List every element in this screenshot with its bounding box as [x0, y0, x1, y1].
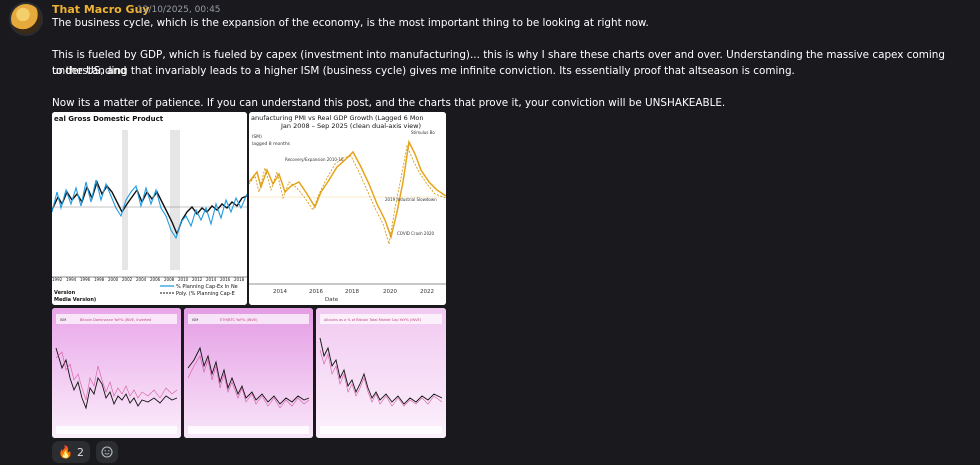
- avatar[interactable]: [11, 4, 41, 34]
- x-tick-label: 2014: [206, 277, 217, 282]
- message-paragraph: Now its a matter of patience. If you can…: [52, 97, 726, 109]
- chart-subtitle: Jan 2008 – Sep 2025 (clean dual-axis vie…: [280, 122, 421, 130]
- legend-label: % Planning Cap-Ex In Ne: [176, 284, 238, 290]
- chart-annotation: Recovery/Expansion 2010-16: [285, 157, 344, 162]
- x-tick-label: 1994: [66, 277, 77, 282]
- x-tick-label: 2016: [309, 289, 323, 295]
- attachment-image-eth-btc[interactable]: ISM ETH/BTC YoY% (INVE): [184, 308, 313, 438]
- chat-message: That Macro Guy 12/10/2025, 00:45 The bus…: [0, 0, 980, 465]
- attachment-image-altcoins[interactable]: Altcoins as a % of Bitcoin Total Market …: [316, 308, 446, 438]
- reaction-fire[interactable]: 🔥 2: [52, 441, 90, 463]
- x-tick-label: 2002: [122, 277, 133, 282]
- x-tick-label: 2020: [383, 289, 397, 295]
- chart-annotation: Stimulus Bo: [411, 130, 435, 135]
- add-reaction-button[interactable]: [95, 441, 118, 463]
- fire-emoji-icon: 🔥: [58, 445, 73, 459]
- chart-annotation: COVID Crash 2020: [397, 231, 435, 236]
- chart-title: anufacturing PMI vs Real GDP Growth (Lag…: [251, 114, 424, 122]
- x-tick-label: 1992: [52, 277, 63, 282]
- message-timestamp: 12/10/2025, 00:45: [137, 5, 221, 15]
- message-paragraph: understanding that invariably leads to a…: [52, 65, 795, 77]
- x-tick-label: 2018: [234, 277, 245, 282]
- legend-label: Bitcoin Dominance YoY% (INVE, Inverted: [80, 318, 151, 322]
- x-tick-label: 2008: [164, 277, 175, 282]
- x-tick-label: 2004: [136, 277, 147, 282]
- smiley-add-icon: [101, 446, 113, 458]
- x-tick-label: 1996: [80, 277, 91, 282]
- x-tick-label: 2016: [220, 277, 231, 282]
- message-paragraph: The business cycle, which is the expansi…: [52, 17, 649, 29]
- axis-label: lagged 8 months: [252, 141, 291, 147]
- legend-label: ETH/BTC YoY% (INVE): [220, 318, 258, 322]
- x-tick-label: 2000: [108, 277, 119, 282]
- attachment-image-gdp-capex[interactable]: eal Gross Domestic Product 1992 1994 199…: [52, 112, 247, 305]
- x-tick-label: 1998: [94, 277, 105, 282]
- chart-annotation: 2019 Industrial Slowdown: [385, 197, 437, 202]
- x-tick-label: 2022: [420, 289, 434, 295]
- axis-label: ISM): [252, 134, 262, 140]
- x-axis-label: Date: [325, 297, 339, 303]
- attachment-image-pmi-gdp[interactable]: anufacturing PMI vs Real GDP Growth (Lag…: [249, 112, 446, 305]
- x-tick-label: 2012: [192, 277, 203, 282]
- reaction-count: 2: [76, 445, 84, 459]
- legend-label: ISM: [60, 318, 66, 322]
- attachment-image-btc-dominance[interactable]: ISM Bitcoin Dominance YoY% (INVE, Invert…: [52, 308, 181, 438]
- legend-label: Altcoins as a % of Bitcoin Total Market …: [324, 318, 422, 322]
- legend-label: ISM: [192, 318, 198, 322]
- x-tick-label: 2018: [345, 289, 359, 295]
- x-tick-label: 2010: [178, 277, 189, 282]
- chart-title: eal Gross Domestic Product: [54, 115, 164, 123]
- image-attachments: eal Gross Domestic Product 1992 1994 199…: [52, 112, 446, 438]
- x-tick-label: 2014: [273, 289, 287, 295]
- footer-label: Version: [54, 290, 76, 296]
- footer-label: Media Version): [54, 297, 96, 303]
- x-tick-label: 2006: [150, 277, 161, 282]
- legend-label: Poly. (% Planning Cap-E: [176, 291, 235, 297]
- reactions-bar: 🔥 2: [52, 441, 118, 463]
